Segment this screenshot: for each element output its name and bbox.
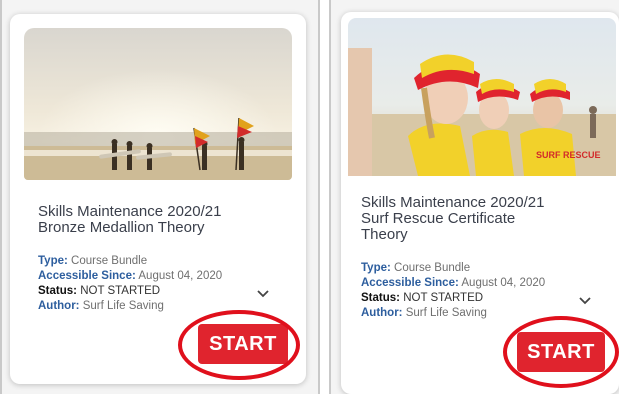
meta-type-label: Type:: [361, 262, 391, 274]
meta-status-value: NOT STARTED: [80, 285, 161, 297]
course-card-bronze-medallion[interactable]: Skills Maintenance 2020/21 Bronze Medall…: [10, 14, 306, 384]
meta-type-label: Type:: [38, 255, 68, 267]
start-button[interactable]: START: [517, 332, 605, 372]
course-title-line: Skills Maintenance 2020/21: [38, 203, 222, 220]
course-title-line: Surf Rescue Certificate: [361, 210, 516, 227]
svg-text:SURF RESCUE: SURF RESCUE: [536, 150, 601, 160]
meta-since-label: Accessible Since:: [38, 270, 136, 282]
meta-status-label: Status:: [38, 285, 77, 297]
meta-since-value: August 04, 2020: [138, 270, 223, 282]
left-frame-line: [0, 0, 2, 394]
chevron-down-icon[interactable]: [577, 293, 593, 309]
course-title-line: Bronze Medallion Theory: [38, 219, 205, 236]
meta-author-label: Author:: [361, 307, 403, 319]
meta-accessible-since: Accessible Since: August 04, 2020: [38, 269, 298, 284]
course-card-surf-rescue[interactable]: SURF RESCUE Skills Maintenance 2020/21 S…: [341, 12, 619, 394]
start-button[interactable]: START: [198, 324, 288, 364]
divider-line-left: [318, 0, 320, 394]
meta-type-value: Course Bundle: [71, 255, 148, 267]
meta-status-label: Status:: [361, 292, 400, 304]
course-meta: Type: Course Bundle Accessible Since: Au…: [38, 254, 298, 314]
meta-type: Type: Course Bundle: [38, 254, 298, 269]
course-title: Skills Maintenance 2020/21 Surf Rescue C…: [361, 195, 601, 243]
course-grid: Skills Maintenance 2020/21 Bronze Medall…: [0, 0, 619, 394]
meta-since-value: August 04, 2020: [461, 277, 546, 289]
course-image-lifesavers-group: SURF RESCUE: [348, 18, 616, 176]
course-title-line: Theory: [361, 226, 408, 243]
course-title: Skills Maintenance 2020/21 Bronze Medall…: [38, 204, 278, 236]
meta-author-value: Surf Life Saving: [405, 307, 487, 319]
meta-accessible-since: Accessible Since: August 04, 2020: [361, 276, 611, 291]
course-meta: Type: Course Bundle Accessible Since: Au…: [361, 261, 611, 321]
meta-status-value: NOT STARTED: [403, 292, 484, 304]
meta-since-label: Accessible Since:: [361, 277, 459, 289]
meta-status: Status: NOT STARTED: [361, 291, 611, 306]
meta-type: Type: Course Bundle: [361, 261, 611, 276]
course-title-line: Skills Maintenance 2020/21: [361, 194, 545, 211]
meta-author-label: Author:: [38, 300, 80, 312]
chevron-down-icon[interactable]: [255, 286, 271, 302]
meta-author: Author: Surf Life Saving: [361, 306, 611, 321]
divider-line-right: [329, 0, 331, 394]
course-image-beach-lifesavers: [24, 28, 292, 180]
meta-type-value: Course Bundle: [394, 262, 471, 274]
meta-author-value: Surf Life Saving: [82, 300, 164, 312]
